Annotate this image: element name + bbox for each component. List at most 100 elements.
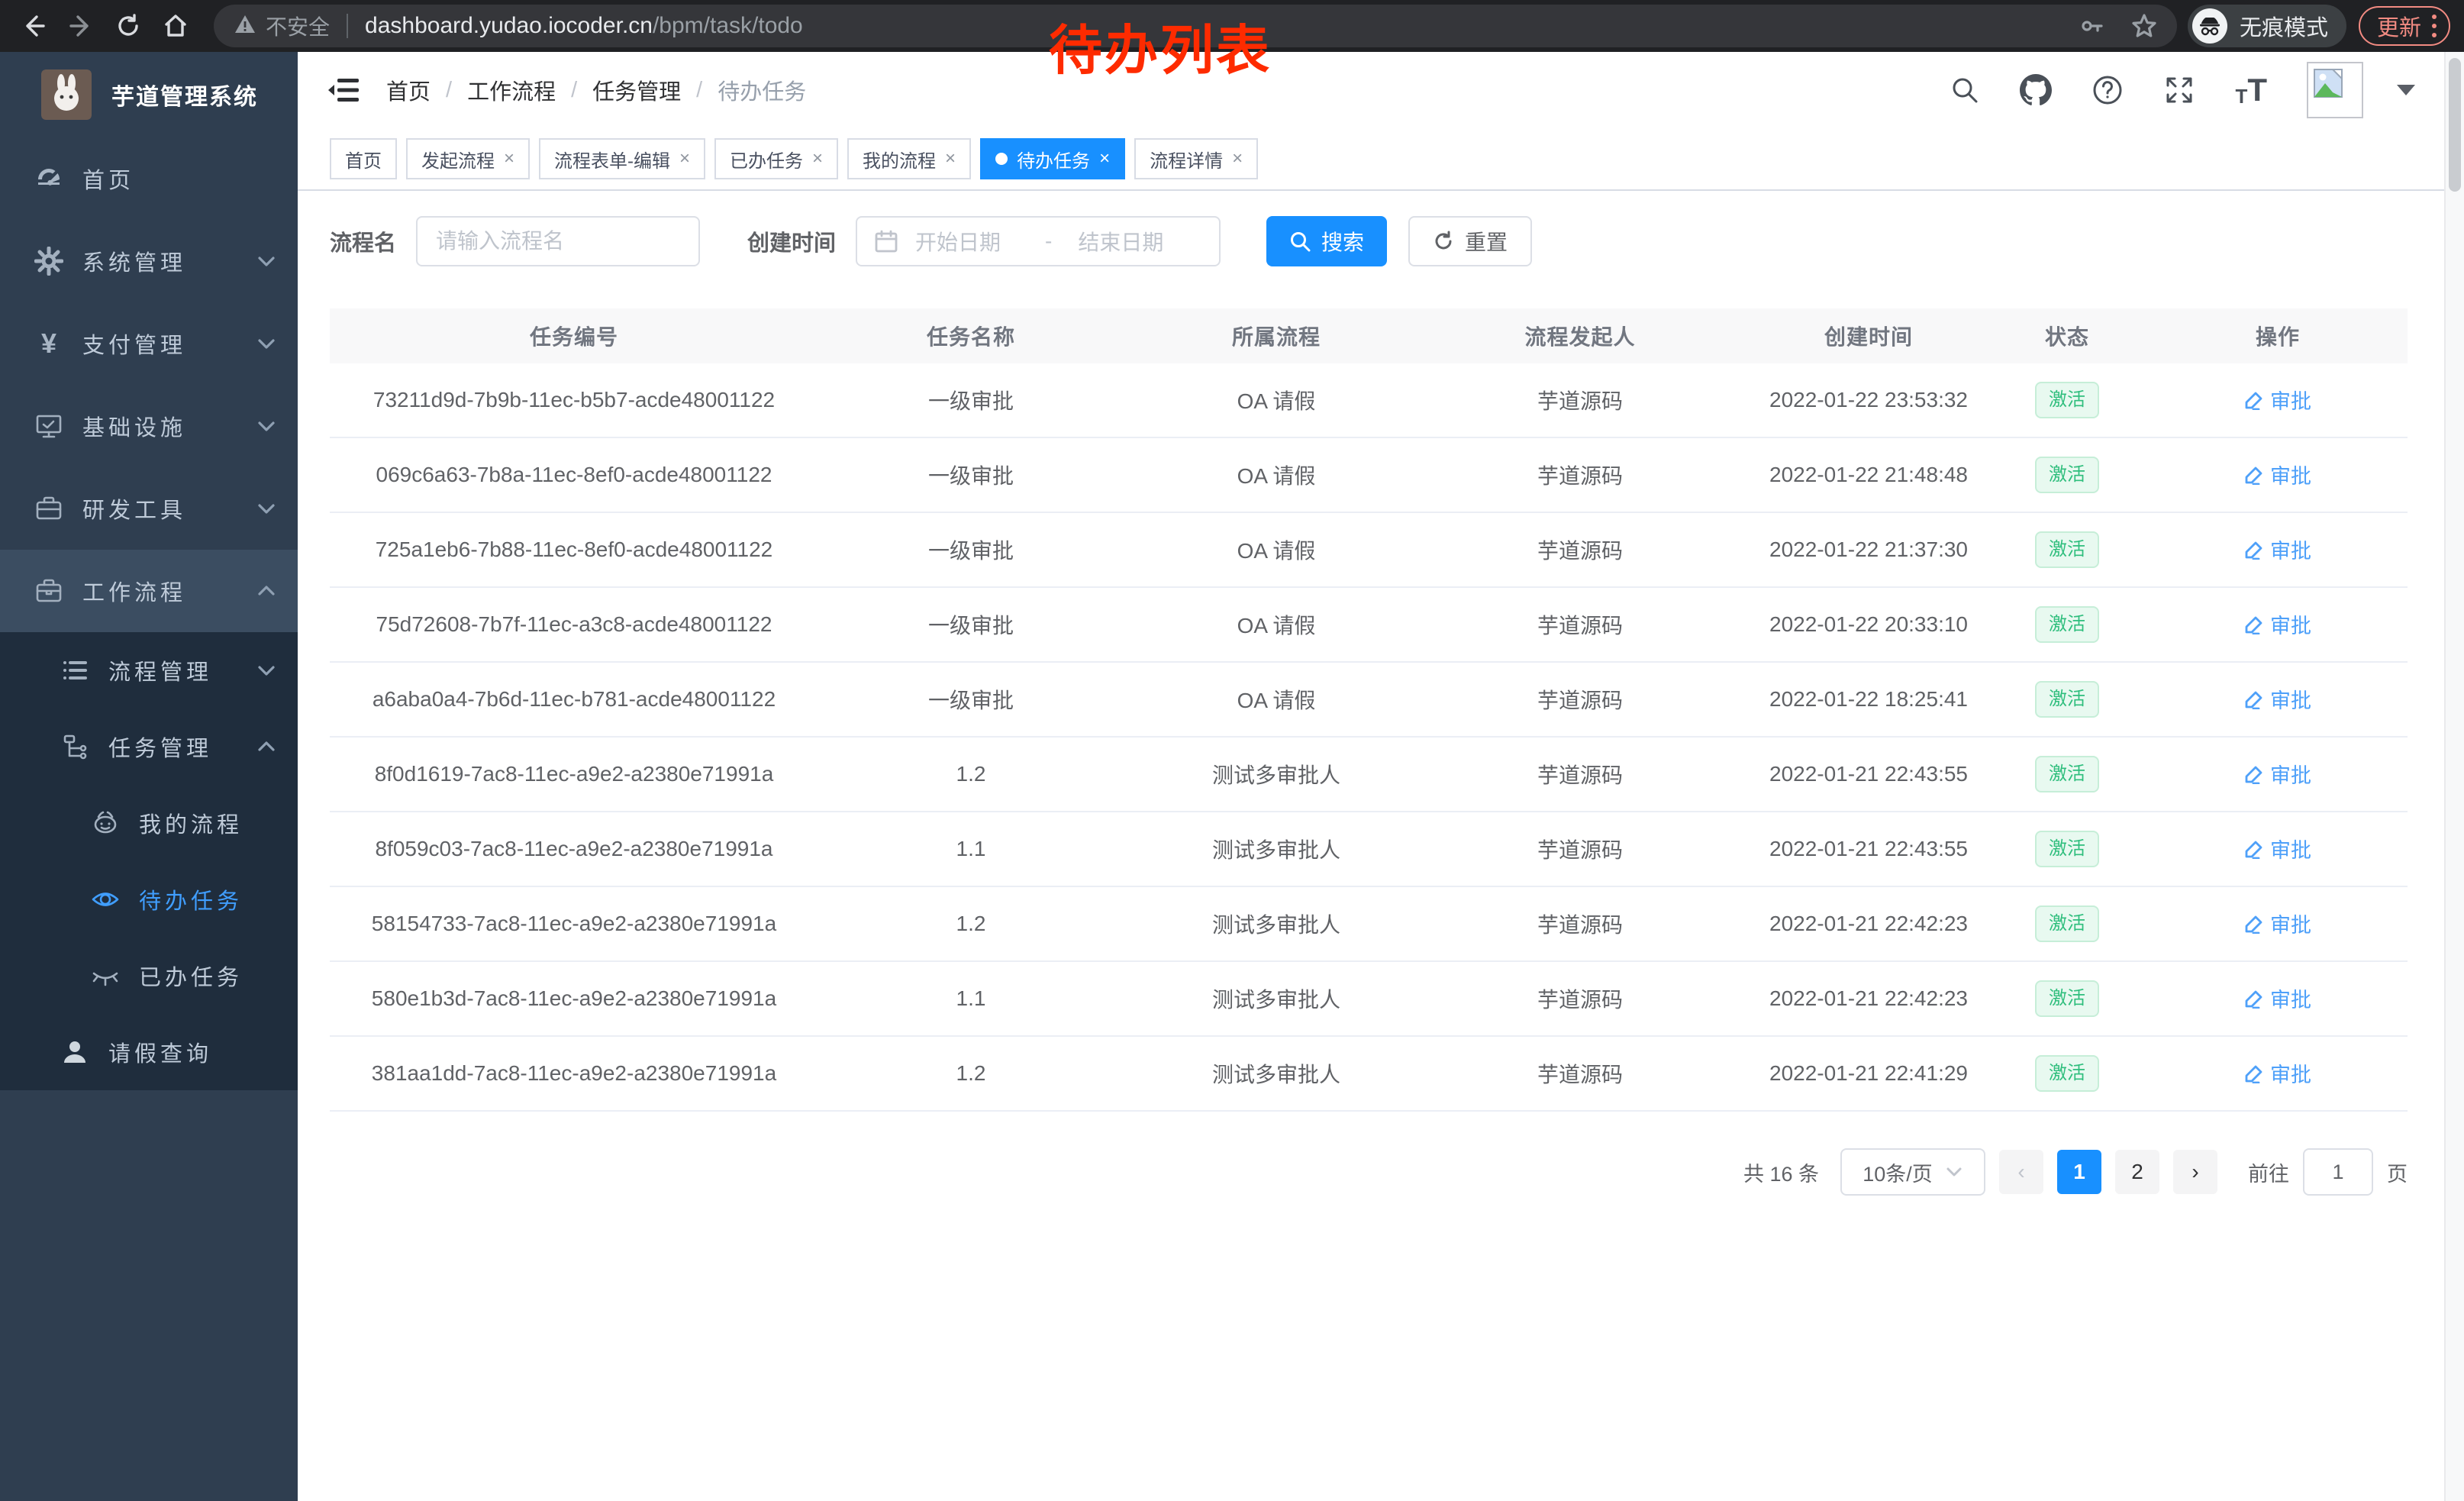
start-date-placeholder[interactable]: 开始日期 xyxy=(915,226,1037,257)
security-warning-icon[interactable] xyxy=(234,13,256,40)
security-label[interactable]: 不安全 xyxy=(266,11,330,41)
browser-menu-icon[interactable] xyxy=(2432,15,2437,37)
breadcrumb-workflow[interactable]: 工作流程 xyxy=(467,74,556,106)
col-task-name: 任务名称 xyxy=(818,321,1124,351)
next-page-button[interactable]: › xyxy=(2173,1150,2217,1194)
approve-link[interactable]: 审批 xyxy=(2244,534,2311,564)
close-icon[interactable]: × xyxy=(504,150,514,168)
close-icon[interactable]: × xyxy=(812,150,823,168)
sidebar-item-task-management[interactable]: 任务管理 xyxy=(0,709,298,785)
sidebar-item-payment[interactable]: ¥ 支付管理 xyxy=(0,302,298,385)
sidebar-item-todo-tasks[interactable]: 待办任务 xyxy=(0,861,298,938)
approve-link[interactable]: 审批 xyxy=(2244,1058,2311,1088)
tab-process-form-edit[interactable]: 流程表单-编辑 × xyxy=(539,138,705,179)
approve-link[interactable]: 审批 xyxy=(2244,983,2311,1013)
tab-process-detail[interactable]: 流程详情 × xyxy=(1134,138,1258,179)
jump-page-input[interactable] xyxy=(2303,1148,2373,1196)
browser-forward-button[interactable] xyxy=(61,6,101,46)
password-key-icon[interactable] xyxy=(2079,14,2104,38)
end-date-placeholder[interactable]: 结束日期 xyxy=(1059,226,1182,257)
chevron-up-icon xyxy=(256,581,276,601)
reload-icon xyxy=(115,13,141,39)
approve-label: 审批 xyxy=(2270,983,2311,1013)
search-button[interactable]: 搜索 xyxy=(1266,216,1387,266)
cell-actions: 审批 xyxy=(2128,1058,2427,1089)
avatar[interactable] xyxy=(2307,62,2363,118)
cell-created: 2022-01-22 20:33:10 xyxy=(1731,612,2006,637)
bookmark-star-icon[interactable] xyxy=(2131,13,2157,39)
cell-task-name: 1.1 xyxy=(818,837,1124,861)
col-task-id: 任务编号 xyxy=(330,321,818,351)
fullscreen-icon[interactable] xyxy=(2163,74,2195,106)
cell-status: 激活 xyxy=(2006,980,2128,1018)
github-icon[interactable] xyxy=(2020,74,2052,106)
calendar-icon xyxy=(874,229,898,253)
browser-home-button[interactable] xyxy=(156,6,195,46)
approve-link[interactable]: 审批 xyxy=(2244,909,2311,938)
sidebar-item-leave-query[interactable]: 请假查询 xyxy=(0,1014,298,1090)
cell-created: 2022-01-22 23:53:32 xyxy=(1731,388,2006,412)
tab-home[interactable]: 首页 xyxy=(330,138,397,179)
avatar-dropdown-caret[interactable] xyxy=(2397,85,2415,95)
page-scrollbar[interactable] xyxy=(2444,52,2464,1501)
tab-done-tasks[interactable]: 已办任务 × xyxy=(714,138,838,179)
tab-my-process[interactable]: 我的流程 × xyxy=(847,138,971,179)
cell-task-id: 8f0d1619-7ac8-11ec-a9e2-a2380e71991a xyxy=(330,762,818,786)
sidebar-item-done-tasks[interactable]: 已办任务 xyxy=(0,938,298,1014)
cell-created: 2022-01-21 22:42:23 xyxy=(1731,912,2006,936)
edit-pencil-icon xyxy=(2244,540,2264,560)
close-icon[interactable]: × xyxy=(1099,150,1110,168)
screen: 不安全 dashboard.yudao.iocoder.cn /bpm/task… xyxy=(0,0,2464,1501)
process-name-input[interactable] xyxy=(416,216,700,266)
browser-update-button[interactable]: 更新 xyxy=(2359,6,2450,46)
sidebar-item-home[interactable]: 首页 xyxy=(0,137,298,220)
breadcrumb-task-management[interactable]: 任务管理 xyxy=(592,74,681,106)
cell-initiator: 芋道源码 xyxy=(1429,460,1731,490)
sidebar-item-system[interactable]: 系统管理 xyxy=(0,220,298,302)
approve-label: 审批 xyxy=(2270,759,2311,789)
scrollbar-thumb[interactable] xyxy=(2449,58,2461,192)
sidebar-item-workflow[interactable]: 工作流程 xyxy=(0,550,298,632)
reset-button[interactable]: 重置 xyxy=(1408,216,1532,266)
url-path[interactable]: /bpm/task/todo xyxy=(653,13,803,39)
help-icon[interactable] xyxy=(2091,74,2124,106)
close-icon[interactable]: × xyxy=(679,150,690,168)
approve-link[interactable]: 审批 xyxy=(2244,609,2311,639)
page-button-1[interactable]: 1 xyxy=(2057,1150,2101,1194)
breadcrumb-home[interactable]: 首页 xyxy=(386,74,431,106)
approve-link[interactable]: 审批 xyxy=(2244,834,2311,863)
cell-process: OA 请假 xyxy=(1124,385,1429,415)
approve-link[interactable]: 审批 xyxy=(2244,385,2311,415)
page-button-2[interactable]: 2 xyxy=(2115,1150,2159,1194)
sidebar-collapse-icon[interactable] xyxy=(328,76,359,104)
sidebar-item-devtools[interactable]: 研发工具 xyxy=(0,467,298,550)
tab-start-process[interactable]: 发起流程 × xyxy=(406,138,530,179)
search-icon[interactable] xyxy=(1950,75,1980,105)
search-icon xyxy=(1289,231,1311,252)
approve-link[interactable]: 审批 xyxy=(2244,759,2311,789)
cell-task-name: 一级审批 xyxy=(818,385,1124,415)
date-range-picker[interactable]: 开始日期 - 结束日期 xyxy=(856,216,1221,266)
approve-link[interactable]: 审批 xyxy=(2244,460,2311,489)
sidebar-item-my-process[interactable]: 我的流程 xyxy=(0,785,298,861)
refresh-icon xyxy=(1433,231,1454,252)
close-icon[interactable]: × xyxy=(1232,150,1243,168)
cell-task-name: 1.1 xyxy=(818,986,1124,1011)
sidebar-item-infrastructure[interactable]: 基础设施 xyxy=(0,385,298,467)
cell-actions: 审批 xyxy=(2128,759,2427,789)
browser-reload-button[interactable] xyxy=(108,6,148,46)
prev-page-button[interactable]: ‹ xyxy=(1999,1150,2043,1194)
cell-task-name: 1.2 xyxy=(818,762,1124,786)
sidebar-item-process-management[interactable]: 流程管理 xyxy=(0,632,298,709)
browser-back-button[interactable] xyxy=(14,6,53,46)
page-size-select[interactable]: 10条/页 xyxy=(1840,1148,1985,1196)
cell-task-name: 1.2 xyxy=(818,912,1124,936)
url-host[interactable]: dashboard.yudao.iocoder.cn xyxy=(365,13,653,39)
font-size-icon[interactable]: TT xyxy=(2235,74,2267,106)
cell-process: 测试多审批人 xyxy=(1124,909,1429,939)
tab-todo-tasks[interactable]: 待办任务 × xyxy=(980,138,1125,179)
approve-link[interactable]: 审批 xyxy=(2244,684,2311,714)
close-icon[interactable]: × xyxy=(945,150,956,168)
sidebar-logo-row[interactable]: 芋道管理系统 xyxy=(0,52,298,137)
tab-label: 流程详情 xyxy=(1150,146,1223,173)
